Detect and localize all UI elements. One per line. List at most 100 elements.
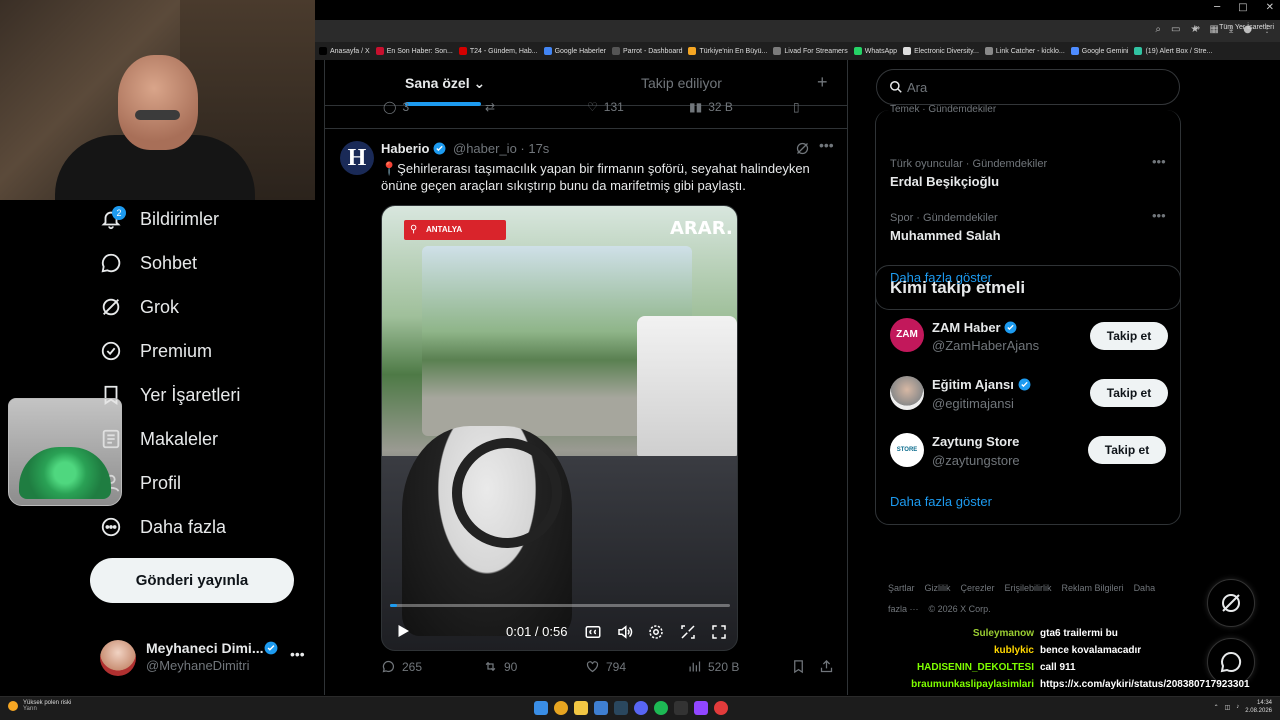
like-button[interactable]: ♡ 131 [587, 100, 624, 114]
tab-following[interactable]: Takip ediliyor [641, 75, 722, 91]
footer-link[interactable]: Reklam Bilgileri [1062, 583, 1124, 593]
cast-icon[interactable]: ▭ [1171, 24, 1180, 35]
maximize-button[interactable]: □ [1238, 2, 1247, 13]
bookmark-item[interactable]: Anasayfa / X [319, 47, 370, 55]
play-icon[interactable] [394, 622, 412, 640]
bookmark-item[interactable]: (19) Alert Box / Stre... [1134, 47, 1212, 55]
tweet-author-name[interactable]: Haberio [381, 141, 446, 156]
tweet-more-icon[interactable]: ••• [819, 137, 834, 153]
volume-icon[interactable] [616, 623, 634, 641]
nav-premium[interactable]: Premium [100, 340, 212, 362]
reply-button[interactable]: ◯ 3 [383, 100, 409, 114]
trend-title[interactable]: Erdal Beşikçioğlu [890, 174, 999, 189]
footer-link[interactable]: Erişilebilirlik [1005, 583, 1052, 593]
follow-button[interactable]: Takip et [1088, 436, 1166, 464]
fullscreen-icon[interactable] [710, 623, 728, 641]
chrome-icon[interactable] [554, 701, 568, 715]
weather-widget[interactable]: Yüksek polen riski Yarın [8, 700, 71, 712]
reply-button[interactable]: 265 [381, 659, 422, 674]
account-switcher[interactable]: Meyhaneci Dimi... @MeyhaneDimitri ••• [100, 636, 315, 678]
picture-in-picture-icon[interactable] [679, 623, 697, 641]
clock[interactable]: 14:34 2.08.2026 [1245, 699, 1272, 715]
bookmark-item[interactable]: Google Haberler [543, 47, 606, 55]
follow-button[interactable]: Takip et [1090, 322, 1168, 350]
bookmark-item[interactable]: Link Catcher - kicklo... [984, 47, 1065, 55]
search-input[interactable]: Ara [876, 69, 1180, 105]
follow-button[interactable]: Takip et [1090, 379, 1168, 407]
settings-gear-icon[interactable] [647, 623, 665, 641]
account-more-icon[interactable]: ••• [290, 646, 305, 662]
avatar[interactable]: ZAM [890, 318, 924, 352]
footer-link[interactable]: Çerezler [961, 583, 995, 593]
views-button[interactable]: ▮▮ 32 B [689, 100, 733, 114]
jar-contents [19, 447, 111, 499]
nav-chat[interactable]: Sohbet [100, 252, 197, 274]
account-name[interactable]: ZAM Haber [932, 320, 1017, 335]
account-name[interactable]: Zaytung Store [932, 434, 1019, 449]
like-button[interactable]: 794 [585, 659, 626, 674]
volume-icon[interactable]: ♪ [1236, 704, 1239, 710]
tweet-author-name-label: Haberio [381, 141, 430, 156]
bookmark-favicon-icon [1070, 47, 1079, 55]
chevron-up-icon[interactable]: ⌃ [1214, 704, 1219, 711]
avatar[interactable]: STORE [890, 433, 924, 467]
share-button[interactable] [819, 659, 834, 674]
add-tab-button[interactable]: + [817, 72, 828, 93]
bookmark-item[interactable]: Google Gemini [1070, 47, 1128, 55]
bookmark-favicon-icon [543, 47, 552, 55]
nav-articles-label: Makaleler [140, 428, 219, 449]
discord-icon[interactable] [634, 701, 648, 715]
bookmark-item[interactable]: Türkiye'nin En Büyü... [688, 47, 767, 55]
zoom-icon[interactable]: ⌕ [1155, 24, 1161, 35]
verified-badge-icon [264, 641, 278, 655]
who-to-follow-show-more-link[interactable]: Daha fazla göster [890, 494, 992, 509]
bookmark-item[interactable]: WhatsApp [853, 47, 897, 55]
captions-icon[interactable] [584, 623, 602, 641]
bookmark-item[interactable]: Parrot - Dashboard [611, 47, 682, 55]
nav-grok[interactable]: Grok [100, 296, 179, 318]
network-icon[interactable]: ◫ [1225, 704, 1231, 711]
chat-text: gta6 trailermi bu [1040, 628, 1118, 639]
tweet[interactable]: H Haberio @haber_io · 17s ••• 📍Şehirlera… [325, 128, 847, 695]
app-icon[interactable] [714, 701, 728, 715]
close-button[interactable]: ✕ [1266, 2, 1274, 13]
kick-icon[interactable] [694, 701, 708, 715]
bookmark-item[interactable]: T24 - Gündem, Hab... [458, 47, 538, 55]
views-button[interactable]: 520 B [687, 659, 739, 674]
steam-icon[interactable] [614, 701, 628, 715]
grok-icon[interactable] [795, 141, 810, 156]
post-button[interactable]: Gönderi yayınla [90, 558, 294, 603]
bookmark-item[interactable]: Electronic Diversity... [903, 47, 979, 55]
tweet-handle[interactable]: @haber_io · 17s [453, 141, 549, 156]
tab-for-you[interactable]: Sana özel ⌄ [405, 75, 485, 92]
bookmarks-overflow-button[interactable]: » [1196, 23, 1200, 32]
extensions-icon[interactable]: ▦ [1209, 24, 1218, 35]
repost-button[interactable]: 90 [483, 659, 517, 674]
bookmark-item[interactable]: Livad For Streamers [773, 47, 848, 55]
repost-button[interactable]: ⇄ [485, 100, 495, 114]
start-icon[interactable] [534, 701, 548, 715]
bookmark-button[interactable] [791, 659, 806, 674]
tweet-avatar[interactable]: H [340, 141, 374, 175]
nav-more[interactable]: Daha fazla [100, 516, 226, 538]
spotify-icon[interactable] [654, 701, 668, 715]
trend-title[interactable]: Muhammed Salah [890, 228, 1001, 243]
avatar[interactable] [890, 376, 924, 410]
video-player[interactable]: ⚲ ANTALYA ARAR. 0:01 / 0:56 [381, 205, 738, 651]
footer-link[interactable]: Şartlar [888, 583, 915, 593]
trend-more-icon[interactable]: ••• [1152, 208, 1166, 223]
footer-link[interactable]: Gizlilik [925, 583, 951, 593]
epic-games-icon[interactable] [674, 701, 688, 715]
video-progress-bar[interactable] [390, 604, 730, 607]
all-bookmarks-folder[interactable]: Tüm Yer İşaretleri [1219, 24, 1274, 31]
account-name[interactable]: Eğitim Ajansı [932, 377, 1031, 392]
bookmark-item[interactable]: En Son Haber: Son... [375, 47, 453, 55]
grok-fab-button[interactable] [1207, 579, 1255, 627]
minimize-button[interactable]: ─ [1214, 2, 1220, 13]
trend-more-icon[interactable]: ••• [1152, 154, 1166, 169]
address-bar[interactable]: ⌕ ▭ ★ ▦ ⤓ ● ⋮ [315, 20, 1280, 42]
app-icon[interactable] [594, 701, 608, 715]
file-explorer-icon[interactable] [574, 701, 588, 715]
bookmark-button[interactable]: ▯ [793, 100, 800, 114]
footer-link[interactable]: © 2026 X Corp. [929, 604, 991, 614]
